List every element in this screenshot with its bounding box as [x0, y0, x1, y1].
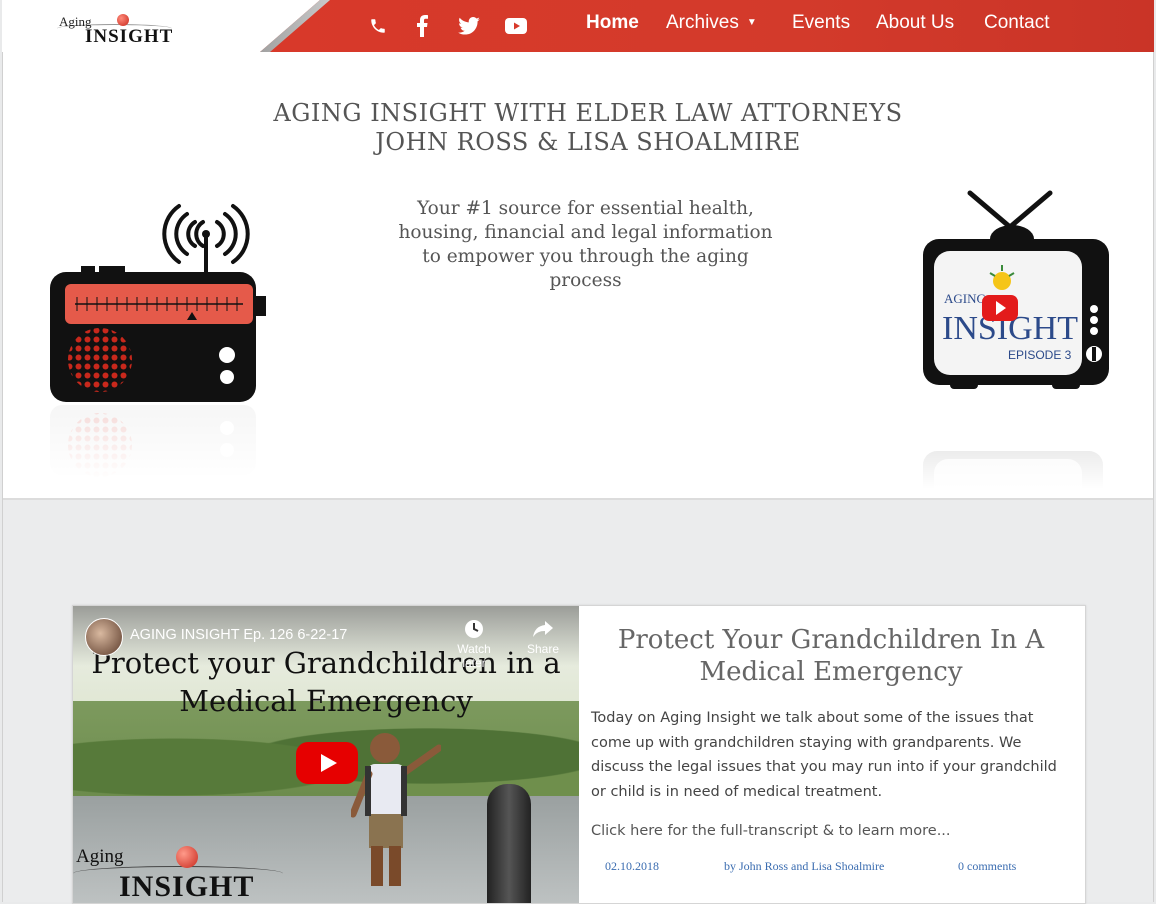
logo-dot: [117, 14, 129, 26]
youtube-icon[interactable]: [504, 14, 528, 38]
post-body: Today on Aging Insight we talk about som…: [591, 710, 1057, 800]
chevron-down-icon: ▼: [746, 17, 757, 29]
radio-icon: [47, 200, 277, 480]
nav-about-us[interactable]: About Us: [876, 12, 954, 34]
video-channel-title[interactable]: AGING INSIGHT Ep. 126 6-22-17: [130, 627, 347, 643]
video-player[interactable]: Protect your Grandchildren in a Medical …: [73, 606, 579, 903]
share-button[interactable]: Share: [513, 619, 573, 656]
site-header: Aging INSIGHT Home Archives ▼ Events Abou…: [2, 0, 1154, 52]
hero-title: AGING INSIGHT WITH ELDER LAW ATTORNEYS J…: [3, 99, 1156, 157]
hero-subtitle: Your #1 source for essential health, hou…: [398, 198, 773, 291]
read-more-link[interactable]: Click here for the full-transcript & to …: [591, 823, 951, 839]
watch-later-label: Watch later: [457, 642, 491, 670]
phone-icon[interactable]: [366, 14, 390, 38]
post-title[interactable]: Protect Your Grandchildren In A Medical …: [593, 624, 1069, 688]
nav-archives[interactable]: Archives ▼: [666, 12, 757, 34]
tv-logo-aging: AGING: [944, 291, 986, 306]
nav-archives-label: Archives: [666, 12, 739, 33]
nav-events[interactable]: Events: [792, 12, 850, 34]
video-logo: Aging INSIGHT: [73, 844, 293, 903]
post-comments-link[interactable]: 0 comments: [958, 859, 1016, 874]
video-logo-aging: Aging: [76, 846, 124, 867]
video-logo-insight: INSIGHT: [119, 870, 255, 903]
video-bollard: [487, 784, 531, 903]
site-logo[interactable]: Aging INSIGHT: [57, 10, 177, 50]
play-button[interactable]: [296, 742, 358, 784]
facebook-icon[interactable]: [410, 14, 434, 38]
hero-section: AGING INSIGHT WITH ELDER LAW ATTORNEYS J…: [3, 52, 1156, 551]
logo-insight-text: INSIGHT: [85, 26, 174, 47]
share-icon: [533, 621, 553, 637]
tv-icon: AGING INSIGHT EPISODE 3: [920, 189, 1110, 551]
hero-title-line2: JOHN ROSS & LISA SHOALMIRE: [375, 128, 801, 156]
tv-logo-episode: EPISODE 3: [1008, 348, 1072, 362]
post-card: Protect your Grandchildren in a Medical …: [72, 605, 1086, 904]
nav-home[interactable]: Home: [586, 12, 639, 34]
video-logo-dot: [176, 846, 198, 868]
hero-title-line1: AGING INSIGHT WITH ELDER LAW ATTORNEYS: [273, 99, 903, 127]
post-author[interactable]: by John Ross and Lisa Shoalmire: [724, 859, 884, 874]
share-label: Share: [526, 642, 560, 656]
post-date: 02.10.2018: [605, 859, 659, 873]
watch-later-button[interactable]: Watch later: [444, 619, 504, 670]
nav-contact[interactable]: Contact: [984, 12, 1049, 34]
channel-avatar[interactable]: [85, 618, 123, 656]
clock-icon: [465, 620, 483, 638]
boy-figure: [351, 733, 441, 886]
twitter-icon[interactable]: [457, 14, 481, 38]
